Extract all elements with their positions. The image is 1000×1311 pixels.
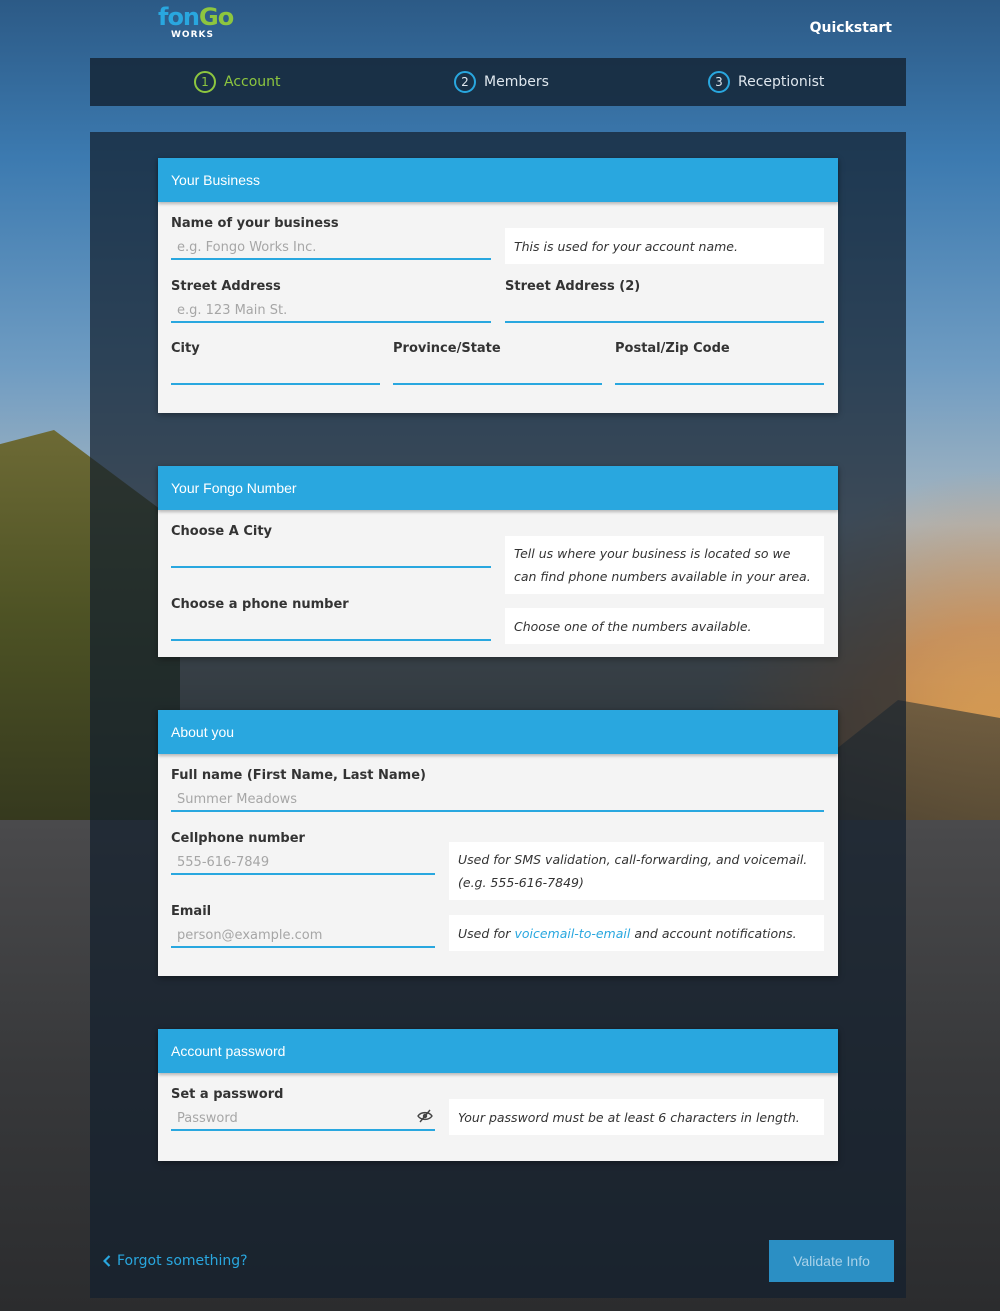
chevron-left-icon — [103, 1255, 111, 1267]
full-name-input[interactable] — [171, 788, 824, 812]
card-title: Your Fongo Number — [158, 466, 838, 510]
business-name-hint: This is used for your account name. — [505, 228, 824, 264]
password-input[interactable] — [171, 1107, 435, 1131]
step-label: Members — [484, 74, 549, 90]
step-number: 1 — [194, 71, 216, 93]
city-input[interactable] — [171, 361, 380, 385]
choose-phone-field: Choose a phone number — [171, 597, 491, 641]
card-title: Account password — [158, 1029, 838, 1073]
field-label: Choose A City — [171, 524, 273, 539]
field-label: Choose a phone number — [171, 597, 349, 612]
cellphone-input[interactable] — [171, 851, 435, 875]
email-input[interactable] — [171, 924, 435, 948]
cellphone-hint: Used for SMS validation, call-forwarding… — [449, 842, 824, 900]
card-title: About you — [158, 710, 838, 754]
field-label: Email — [171, 904, 212, 919]
card-title: Your Business — [158, 158, 838, 202]
quickstart-label: Quickstart — [809, 20, 892, 36]
street-address-2-input[interactable] — [505, 299, 824, 323]
street-address-2-field: Street Address (2) — [505, 279, 824, 323]
step-account[interactable]: 1 Account — [194, 58, 281, 106]
province-field: Province/State — [393, 341, 602, 385]
field-label: City — [171, 341, 200, 356]
fongo-number-card: Your Fongo Number Choose A City Tell us … — [158, 466, 838, 657]
step-label: Receptionist — [738, 74, 825, 90]
cellphone-field: Cellphone number — [171, 831, 435, 875]
step-label: Account — [224, 74, 281, 90]
step-receptionist[interactable]: 3 Receptionist — [708, 58, 824, 106]
business-name-input[interactable] — [171, 236, 491, 260]
eye-slash-icon[interactable] — [417, 1109, 433, 1123]
business-name-field: Name of your business — [171, 216, 491, 260]
choose-phone-hint: Choose one of the numbers available. — [505, 608, 824, 644]
postal-code-field: Postal/Zip Code — [615, 341, 824, 385]
field-label: Cellphone number — [171, 831, 305, 846]
password-hint: Your password must be at least 6 charact… — [449, 1099, 824, 1135]
choose-city-field: Choose A City — [171, 524, 491, 568]
step-number: 3 — [708, 71, 730, 93]
account-password-card: Account password Set a password Your pas… — [158, 1029, 838, 1161]
field-label: Set a password — [171, 1087, 284, 1102]
steps-bar: 1 Account 2 Members 3 Receptionist — [90, 58, 906, 106]
step-members[interactable]: 2 Members — [454, 58, 549, 106]
field-label: Full name (First Name, Last Name) — [171, 768, 426, 783]
choose-city-input[interactable] — [171, 544, 491, 568]
choose-city-hint: Tell us where your business is located s… — [505, 536, 824, 594]
email-hint: Used for voicemail-to-email and account … — [449, 915, 824, 951]
field-label: Postal/Zip Code — [615, 341, 730, 356]
field-label: Name of your business — [171, 216, 339, 231]
voicemail-to-email-link[interactable]: voicemail-to-email — [514, 922, 630, 945]
email-field: Email — [171, 904, 435, 948]
choose-phone-input[interactable] — [171, 617, 491, 641]
province-input[interactable] — [393, 361, 602, 385]
street-address-field: Street Address — [171, 279, 491, 323]
validate-info-button[interactable]: Validate Info — [769, 1240, 894, 1282]
field-label: Street Address (2) — [505, 279, 641, 294]
field-label: Street Address — [171, 279, 281, 294]
field-label: Province/State — [393, 341, 501, 356]
business-card: Your Business Name of your business This… — [158, 158, 838, 413]
fongo-works-logo[interactable]: fonGo WORKS — [158, 4, 238, 44]
postal-code-input[interactable] — [615, 361, 824, 385]
password-field: Set a password — [171, 1087, 435, 1131]
step-number: 2 — [454, 71, 476, 93]
street-address-input[interactable] — [171, 299, 491, 323]
city-field: City — [171, 341, 380, 385]
full-name-field: Full name (First Name, Last Name) — [171, 768, 824, 812]
about-you-card: About you Full name (First Name, Last Na… — [158, 710, 838, 976]
forgot-something-link[interactable]: Forgot something? — [103, 1253, 248, 1269]
